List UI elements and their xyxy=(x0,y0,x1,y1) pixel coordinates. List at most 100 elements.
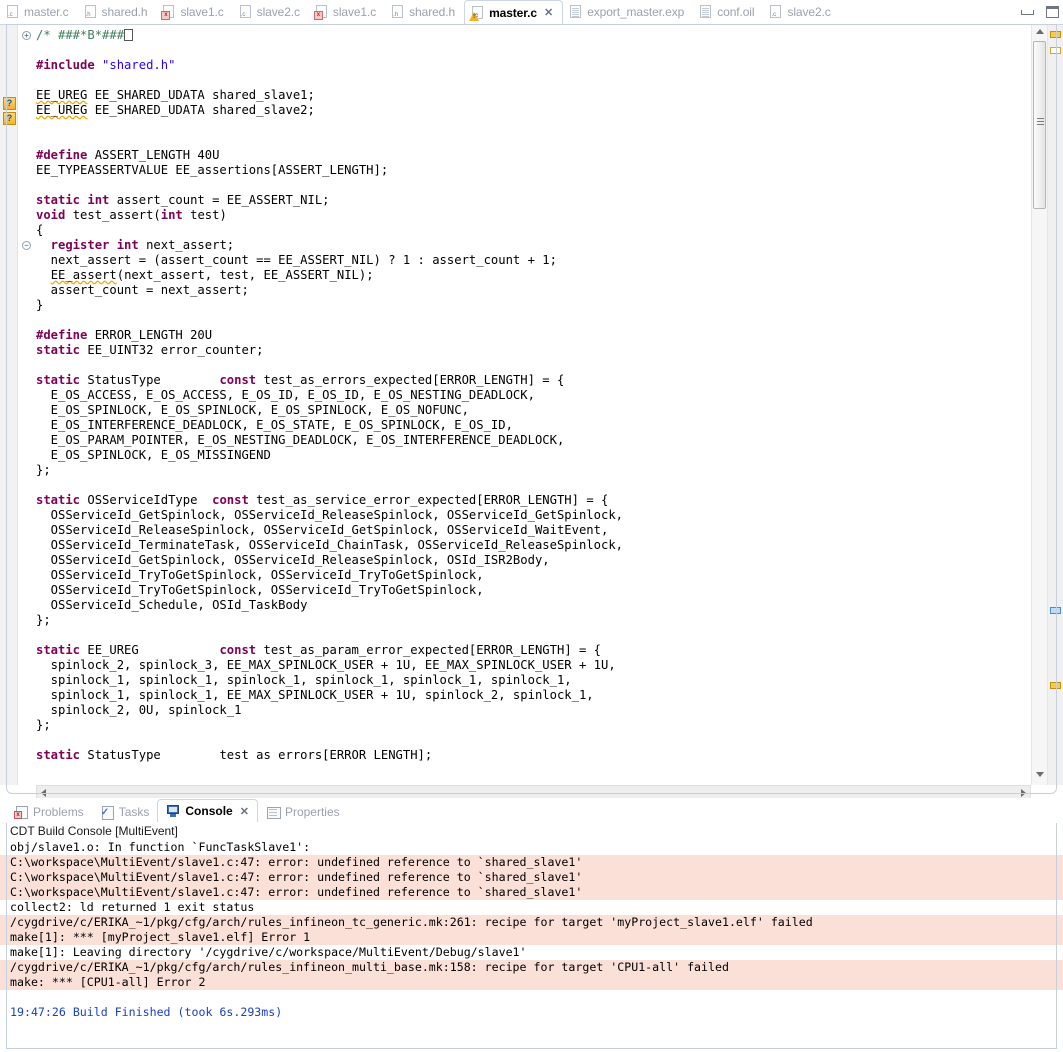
console-line: /cygdrive/c/ERIKA_~1/pkg/cfg/arch/rules_… xyxy=(0,960,1063,975)
scroll-down-icon[interactable] xyxy=(1036,772,1044,777)
code-line: E_OS_ACCESS, E_OS_ACCESS, E_OS_ID, E_OS_… xyxy=(36,388,1031,403)
editor-tab-shared-h[interactable]: .h shared.h xyxy=(78,0,157,24)
fold-expand-icon[interactable]: + xyxy=(22,31,31,40)
code-token: spinlock_1, spinlock_1, spinlock_1, spin… xyxy=(36,673,572,687)
console-output[interactable]: obj/slave1.o: In function `FuncTaskSlave… xyxy=(0,840,1063,1052)
scroll-up-icon[interactable] xyxy=(1036,29,1044,34)
code-line: assert_count = next_assert; xyxy=(36,283,1031,298)
editor-tab-slave1-c[interactable]: .cx slave1.c xyxy=(309,0,385,24)
bottom-tab-tasks[interactable]: ✓ Tasks xyxy=(92,801,158,822)
code-token: { xyxy=(36,223,44,237)
error-badge-icon: x xyxy=(313,11,323,20)
code-line: /* ###*B*### xyxy=(36,28,1031,43)
code-line: OSServiceId_GetSpinlock, OSServiceId_Rel… xyxy=(36,553,1031,568)
editor-tab-slave2-c[interactable]: .c slave2.c xyxy=(233,0,309,24)
editor-folding-gutter[interactable]: + − xyxy=(19,25,35,785)
code-line: static EE_UINT32 error_counter; xyxy=(36,343,1031,358)
fold-collapse-icon[interactable]: − xyxy=(22,241,31,250)
editor-marker-gutter[interactable]: ?? xyxy=(0,25,18,785)
overview-marker-info[interactable] xyxy=(1050,607,1061,614)
editor-tab-shared-h[interactable]: .h shared.h xyxy=(385,0,464,24)
code-line: { xyxy=(36,223,1031,238)
editor-tab-slave2-c[interactable]: .c slave2.c xyxy=(763,0,839,24)
source-code-text[interactable]: /* ###*B*### #include "shared.h" EE_UREG… xyxy=(36,25,1031,785)
console-line: make[1]: Leaving directory '/cygdrive/c/… xyxy=(10,945,527,959)
code-line: static StatusType test as errors[ERROR L… xyxy=(36,748,1031,763)
code-token: register int xyxy=(36,238,139,252)
code-line: #include "shared.h" xyxy=(36,58,1031,73)
scroll-thumb-grip-icon xyxy=(1037,118,1044,125)
overview-marker-warn[interactable] xyxy=(1050,682,1061,689)
editor-tab-export-master-exp[interactable]: export_master.exp xyxy=(563,0,693,24)
code-token: E_OS_INTERFERENCE_DEADLOCK, E_OS_STATE, … xyxy=(36,418,513,432)
editor-tab-master-c[interactable]: .c master.c ✕ xyxy=(464,0,564,25)
code-token: OSServiceId_GetSpinlock, OSServiceId_Rel… xyxy=(36,553,550,567)
code-token: EE_UREG xyxy=(80,643,220,657)
code-token: next_assert; xyxy=(138,238,235,252)
editor-tab-slave1-c[interactable]: .cx slave1.c xyxy=(156,0,232,24)
properties-icon xyxy=(266,805,281,819)
error-badge-icon: x xyxy=(161,11,171,20)
code-token: int xyxy=(160,208,183,222)
console-title: CDT Build Console [MultiEvent] xyxy=(10,824,178,838)
bottom-tab-problems[interactable]: x Problems xyxy=(6,801,92,822)
console-line: collect2: ld returned 1 exit status xyxy=(10,900,255,914)
editor-vertical-scrollbar[interactable] xyxy=(1031,25,1047,785)
close-icon[interactable]: ✕ xyxy=(544,6,553,19)
code-token: E_OS_ACCESS, E_OS_ACCESS, E_OS_ID, E_OS_… xyxy=(36,388,535,402)
code-token: assert_count = EE_ASSERT_NIL; xyxy=(109,193,330,207)
bottom-tab-console[interactable]: Console ✕ xyxy=(157,799,258,822)
scroll-left-icon[interactable] xyxy=(41,789,46,797)
generic-file-icon xyxy=(700,5,712,19)
bottom-tab-label: Properties xyxy=(284,804,340,819)
editor-tab-label: shared.h xyxy=(101,5,148,19)
editor-tab-bar: .cmaster.c.hshared.h.cxslave1.c.cslave2.… xyxy=(0,0,1063,25)
console-line: C:\workspace\MultiEvent/slave1.c:47: err… xyxy=(0,855,1063,870)
c-file-icon: .cx xyxy=(313,5,328,20)
overview-marker-warn2[interactable] xyxy=(1050,47,1061,54)
code-token: E_OS_SPINLOCK, E_OS_MISSINGEND xyxy=(36,448,271,462)
code-token: EE_UREG xyxy=(36,88,88,102)
console-line: /cygdrive/c/ERIKA_~1/pkg/cfg/arch/rules_… xyxy=(0,915,1063,930)
code-line: EE_UREG EE_SHARED_UDATA shared_slave1; xyxy=(36,88,1031,103)
editor-tab-conf-oil[interactable]: conf.oil xyxy=(693,0,763,24)
code-token: EE_assert xyxy=(50,268,117,282)
code-token: "shared.h" xyxy=(102,58,176,72)
code-line: #define ERROR_LENGTH 20U xyxy=(36,328,1031,343)
code-line: static StatusType const test_as_errors_e… xyxy=(36,373,1031,388)
close-icon[interactable]: ✕ xyxy=(240,805,249,818)
warning-marker-icon[interactable]: ? xyxy=(3,112,16,125)
editor-overview-ruler[interactable] xyxy=(1047,25,1063,785)
text-caret xyxy=(124,29,134,41)
bottom-tab-label: Tasks xyxy=(118,804,150,819)
code-token: test_as_service_error_expected[ERROR_LEN… xyxy=(248,493,609,507)
warning-marker-icon[interactable]: ? xyxy=(3,97,16,110)
tasks-icon: ✓ xyxy=(100,805,114,820)
code-token: OSServiceId_TryToGetSpinlock, OSServiceI… xyxy=(36,568,484,582)
overview-marker-warn[interactable] xyxy=(1050,31,1061,38)
code-token: } xyxy=(36,298,44,312)
minimize-icon[interactable] xyxy=(1021,9,1034,15)
code-token: #define xyxy=(36,148,95,162)
editor-horizontal-scrollbar[interactable] xyxy=(36,785,1031,799)
code-line: OSServiceId_Schedule, OSId_TaskBody xyxy=(36,598,1031,613)
bottom-tab-properties[interactable]: Properties xyxy=(258,801,348,822)
c-file-icon: .c xyxy=(469,5,484,21)
console-line: C:\workspace\MultiEvent/slave1.c:47: err… xyxy=(0,885,1063,900)
maximize-icon[interactable] xyxy=(1046,6,1059,18)
code-token: OSServiceId_Schedule, OSId_TaskBody xyxy=(36,598,308,612)
scroll-right-icon[interactable] xyxy=(1021,789,1026,797)
problems-icon: x xyxy=(14,805,28,819)
code-line: register int next_assert; xyxy=(36,238,1031,253)
code-token: test) xyxy=(182,208,227,222)
editor-tab-master-c[interactable]: .c master.c xyxy=(0,0,78,24)
c-file-icon: .c xyxy=(239,5,252,19)
vertical-scroll-thumb[interactable] xyxy=(1033,41,1046,209)
